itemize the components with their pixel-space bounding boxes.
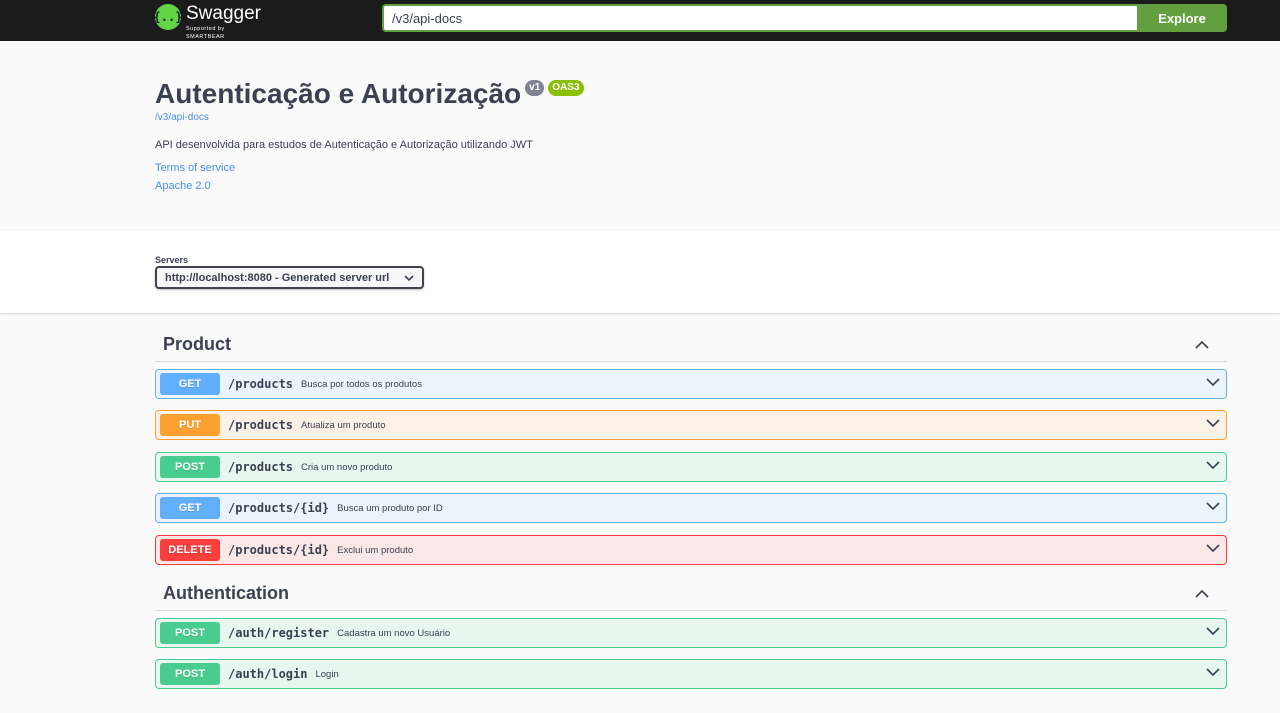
tag-title: Authentication xyxy=(163,583,289,603)
method-badge: DELETE xyxy=(160,539,220,561)
chevron-down-icon xyxy=(404,272,414,284)
info-section: Autenticação e Autorização v1 OAS3 /v3/a… xyxy=(0,41,1280,231)
operation-path: /products/{id} xyxy=(228,543,330,557)
chevron-up-icon[interactable] xyxy=(1195,589,1209,598)
oas-badge: OAS3 xyxy=(548,80,584,96)
swagger-logo[interactable]: {..} Swagger Supported by SMARTBEAR xyxy=(154,3,265,41)
operation-put-products[interactable]: PUT /products Atualiza um produto xyxy=(155,410,1227,440)
method-badge: GET xyxy=(160,373,220,395)
operation-post-auth-login[interactable]: POST /auth/login Login xyxy=(155,659,1227,689)
chevron-down-icon[interactable] xyxy=(1206,419,1220,427)
logo-title: Swagger xyxy=(186,3,261,24)
spec-url-input[interactable] xyxy=(382,4,1138,32)
operation-get-products[interactable]: GET /products Busca por todos os produto… xyxy=(155,369,1227,399)
chevron-up-icon[interactable] xyxy=(1195,340,1209,349)
chevron-down-icon[interactable] xyxy=(1206,378,1220,386)
operation-path: /products/{id} xyxy=(228,501,330,515)
operation-summary: Cadastra um novo Usuário xyxy=(337,627,451,639)
method-badge: POST xyxy=(160,622,220,644)
terms-of-service-link[interactable]: Terms of service xyxy=(155,162,235,174)
chevron-down-icon[interactable] xyxy=(1206,627,1220,635)
operation-path: /auth/register xyxy=(228,626,330,640)
method-badge: POST xyxy=(160,663,220,685)
topbar: {..} Swagger Supported by SMARTBEAR Expl… xyxy=(0,0,1280,41)
tag-title: Product xyxy=(163,334,232,354)
tag-header-authentication[interactable]: Authentication xyxy=(155,577,1227,611)
chevron-down-icon[interactable] xyxy=(1206,461,1220,469)
operation-summary: Cria um novo produto xyxy=(301,461,393,473)
tag-header-product[interactable]: Product xyxy=(155,328,1227,362)
chevron-down-icon[interactable] xyxy=(1206,544,1220,552)
operation-summary: Atualiza um produto xyxy=(301,419,386,431)
operation-path: /products xyxy=(228,460,294,474)
version-badge: v1 xyxy=(525,80,545,96)
servers-selected-value: http://localhost:8080 - Generated server… xyxy=(165,271,390,284)
operation-get-product-by-id[interactable]: GET /products/{id} Busca um produto por … xyxy=(155,493,1227,523)
operation-path: /auth/login xyxy=(228,667,308,681)
logo-subtitle: Supported by SMARTBEAR xyxy=(186,26,225,40)
chevron-down-icon[interactable] xyxy=(1206,502,1220,510)
operation-delete-product[interactable]: DELETE /products/{id} Exclui um produto xyxy=(155,535,1227,565)
api-description: API desenvolvida para estudos de Autenti… xyxy=(155,139,533,151)
operation-summary: Exclui um produto xyxy=(337,544,414,556)
servers-label: Servers xyxy=(155,255,189,265)
operation-post-auth-register[interactable]: POST /auth/register Cadastra um novo Usu… xyxy=(155,618,1227,648)
swagger-logo-icon: {..} xyxy=(154,4,182,30)
operation-summary: Busca por todos os produtos xyxy=(301,378,422,390)
chevron-down-icon[interactable] xyxy=(1206,668,1220,676)
license-link[interactable]: Apache 2.0 xyxy=(155,180,211,192)
servers-section: Servers http://localhost:8080 - Generate… xyxy=(0,231,1280,313)
operation-path: /products xyxy=(228,377,294,391)
operation-summary: Busca um produto por ID xyxy=(337,502,443,514)
method-badge: GET xyxy=(160,497,220,519)
method-badge: PUT xyxy=(160,414,220,436)
spec-link[interactable]: /v3/api-docs xyxy=(155,112,209,123)
servers-select[interactable]: http://localhost:8080 - Generated server… xyxy=(155,266,424,289)
method-badge: POST xyxy=(160,456,220,478)
operation-path: /products xyxy=(228,418,294,432)
explore-button[interactable]: Explore xyxy=(1137,4,1227,32)
api-title: Autenticação e Autorização xyxy=(155,78,522,109)
operation-summary: Login xyxy=(315,668,339,680)
operation-post-products[interactable]: POST /products Cria um novo produto xyxy=(155,452,1227,482)
